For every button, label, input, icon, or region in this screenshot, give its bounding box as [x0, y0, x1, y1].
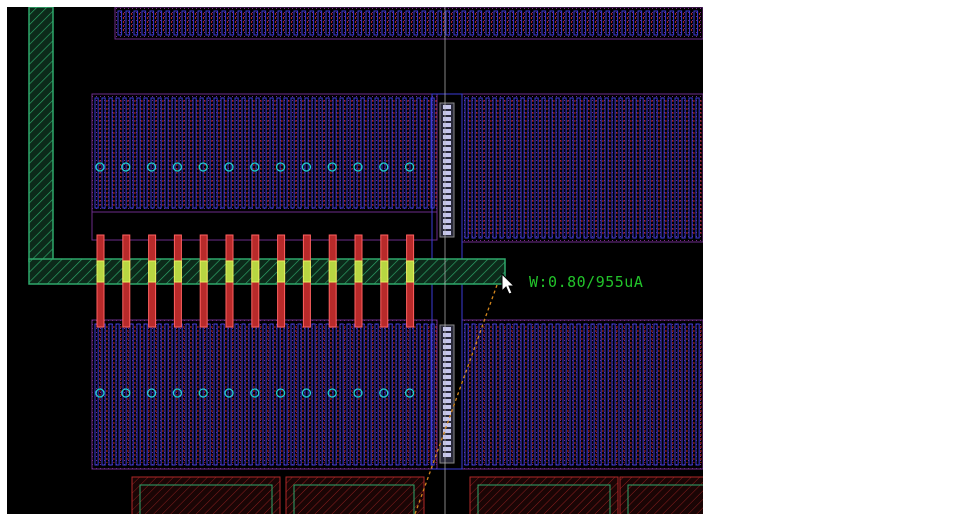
lower-left-finger-array: [91, 319, 438, 470]
gate-contact: [302, 260, 311, 283]
upper-left-finger-array: [91, 93, 438, 213]
gate-contact: [354, 260, 363, 283]
contact-cut: [443, 405, 451, 409]
contact-cut: [443, 447, 451, 451]
contact-cut: [443, 171, 451, 175]
lower-contact-stack: [439, 324, 455, 464]
contact-cut: [443, 381, 451, 385]
contact-cut: [443, 393, 451, 397]
contact-cut: [443, 363, 451, 367]
contact-cut: [443, 159, 451, 163]
gate-contact: [199, 260, 208, 283]
gate-contact: [96, 260, 105, 283]
layout-drawing[interactable]: [7, 7, 703, 514]
contact-cut: [443, 231, 451, 235]
contact-cut: [443, 345, 451, 349]
arrow-pointer-icon: [501, 273, 516, 295]
contact-cut: [443, 411, 451, 415]
gate-contact: [148, 260, 157, 283]
contact-cut: [443, 141, 451, 145]
contact-cut: [443, 201, 451, 205]
contact-cut: [443, 435, 451, 439]
contact-cut: [443, 177, 451, 181]
contact-cut: [443, 105, 451, 109]
upper-right-finger-array: [461, 93, 703, 243]
contact-cut: [443, 135, 451, 139]
contact-cut: [443, 213, 451, 217]
contact-cut: [443, 183, 451, 187]
contact-cut: [443, 441, 451, 445]
gate-contact: [380, 260, 389, 283]
contact-cut: [443, 195, 451, 199]
contact-cut: [443, 165, 451, 169]
contact-cut: [443, 129, 451, 133]
contact-cut: [443, 111, 451, 115]
lower-right-finger-array: [461, 319, 703, 470]
wire-measurement-label: W:0.80/955uA: [529, 273, 644, 291]
left-vertical-bus: [28, 7, 54, 262]
contact-cut: [443, 333, 451, 337]
contact-cut: [443, 369, 451, 373]
contact-cut: [443, 375, 451, 379]
contact-cut: [443, 351, 451, 355]
contact-cut: [443, 339, 451, 343]
bottom-hatched-block: [469, 476, 619, 514]
gate-contact: [277, 260, 286, 283]
bottom-hatched-block: [619, 476, 703, 514]
gate-contact: [225, 260, 234, 283]
contact-cut: [443, 207, 451, 211]
gate-contact: [328, 260, 337, 283]
contact-cut: [443, 327, 451, 331]
layout-canvas[interactable]: W:0.80/955uA: [7, 7, 703, 514]
contact-cut: [443, 357, 451, 361]
bottom-hatched-block: [131, 476, 281, 514]
contact-cut: [443, 147, 451, 151]
contact-cut: [443, 189, 451, 193]
contact-cut: [443, 453, 451, 457]
contact-cut: [443, 225, 451, 229]
gate-contact: [406, 260, 415, 283]
upper-contact-stack: [439, 102, 455, 238]
contact-cut: [443, 117, 451, 121]
bottom-hatched-block: [285, 476, 425, 514]
contact-cut: [443, 219, 451, 223]
gate-contact: [251, 260, 260, 283]
contact-cut: [443, 153, 451, 157]
contact-cut: [443, 423, 451, 427]
top-finger-array: [114, 7, 703, 40]
contact-cut: [443, 399, 451, 403]
gate-contact: [173, 260, 182, 283]
contact-cut: [443, 387, 451, 391]
contact-cut: [443, 123, 451, 127]
gate-contact: [122, 260, 131, 283]
